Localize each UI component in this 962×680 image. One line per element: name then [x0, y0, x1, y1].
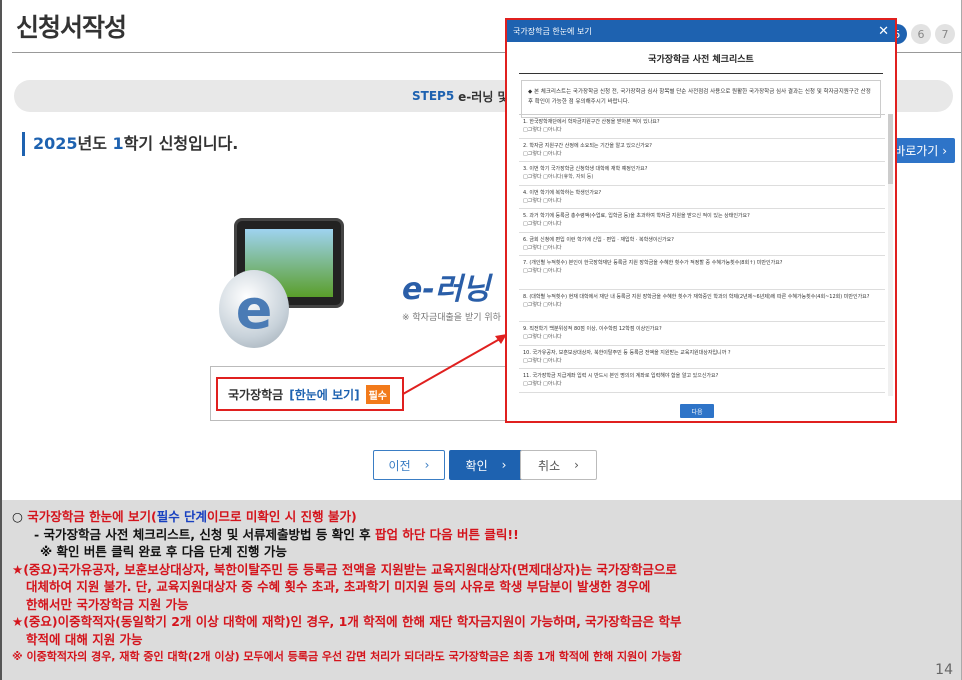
- semester-term: 1: [112, 134, 124, 153]
- cancel-label: 취소: [538, 458, 561, 473]
- question-item: 7. (개인별 누적횟수) 본인이 한국장학재단 등록금 지원 장학금을 수혜한…: [519, 256, 885, 290]
- cancel-button[interactable]: 취소 ›: [520, 450, 597, 480]
- question-text: 10. 국가유공자, 보훈보상대상자, 북한이탈주민 등 등록금 전액을 지원받…: [523, 349, 731, 356]
- modal-scrollbar[interactable]: [888, 114, 893, 396]
- note-line-3: ※ 확인 버튼 클릭 완료 후 다음 단계 진행 가능: [40, 544, 287, 559]
- question-text: 11. 국가장학금 지급계좌 입력 시 반드시 본인 명의의 계좌로 입력해야 …: [523, 373, 719, 379]
- step-number: STEP5: [412, 89, 455, 103]
- page-title: 신청서작성: [16, 13, 127, 42]
- next-button[interactable]: 다음: [680, 404, 714, 418]
- question-item: 11. 국가장학금 지급계좌 입력 시 반드시 본인 명의의 계좌로 입력해야 …: [519, 369, 885, 393]
- modal-divider: [519, 73, 883, 74]
- note-line-1: ○ 국가장학금 한눈에 보기(필수 단계이므로 미확인 시 진행 불가): [12, 509, 357, 524]
- note-line-2: - 국가장학금 사전 체크리스트, 신청 및 서류제출방법 등 확인 후 팝업 …: [34, 526, 519, 542]
- semester-heading: 2025년도 1학기 신청입니다.: [22, 132, 238, 156]
- close-icon[interactable]: ✕: [878, 24, 889, 39]
- question-options[interactable]: □그렇다 □아니다: [523, 197, 881, 205]
- note-line-8: 학적에 대해 지원 가능: [26, 631, 143, 647]
- link-label-1: 국가장학금: [228, 387, 284, 402]
- question-text: 1. 한국장학재단에서 학자금지원구간 산정을 받아본 적이 있나요?: [523, 119, 660, 125]
- question-item: 4. 이번 학기에 복학하는 학생인가요? □그렇다 □아니다: [519, 186, 885, 209]
- question-text: 3. 이번 학기 국가장학금 신청학생 대학에 재학 예정인가요?: [523, 166, 648, 172]
- question-text: 2. 학자금 지원구간 산정에 소요되는 기간을 알고 있으신가요?: [523, 142, 652, 149]
- question-item: 3. 이번 학기 국가장학금 신청학생 대학에 재학 예정인가요? □그렇다 □아…: [519, 162, 885, 186]
- question-text: 6. 금회 신청에 편입 이런 학기에 신입 · 편입 · 재입학 · 복학생이…: [523, 236, 674, 243]
- scholarship-overview-link[interactable]: 국가장학금 [한눈에 보기] 필수: [216, 377, 404, 411]
- note-line-7: ★(중요)이중학적자(동일학기 2개 이상 대학에 재학)인 경우, 1개 학적…: [12, 614, 682, 629]
- question-options[interactable]: □그렇다 □아니다: [523, 220, 881, 228]
- step-indicator: 5 6 7: [887, 24, 955, 44]
- modal-title: 국가장학금 사전 체크리스트: [648, 55, 754, 65]
- semester-year-suffix: 년도: [77, 134, 113, 153]
- page: 신청서작성 5 6 7 STEP5 e-러닝 및 2025년도 1학기 신청입니…: [0, 0, 962, 680]
- checklist-modal: 국가장학금 한눈에 보기 ✕ 국가장학금 사전 체크리스트 ◆ 본 체크리스트는…: [505, 18, 897, 423]
- elearning-egg-logo: e: [219, 270, 289, 348]
- question-item: 9. 직전학기 백분위성적 80점 이상, 이수학점 12학점 이상인가요? □그…: [519, 322, 885, 346]
- question-options[interactable]: □그렇다 □아니다: [523, 267, 881, 275]
- elearning-subtitle: ※ 학자금대출을 받기 위하: [402, 313, 501, 323]
- question-text: 7. (개인별 누적횟수) 본인이 한국장학재단 등록금 지원 장학금을 수혜한…: [523, 260, 783, 266]
- question-options[interactable]: □그렇다 □아니다: [523, 333, 881, 341]
- question-options[interactable]: □그렇다 □아니다: [523, 244, 881, 252]
- confirm-label: 확인: [465, 458, 488, 473]
- note-line-9: ※ 이중학적자의 경우, 재학 중인 대학(2개 이상) 모두에서 등록금 우선…: [12, 650, 682, 663]
- confirm-button[interactable]: 확인 ›: [449, 450, 523, 480]
- question-options[interactable]: □그렇다 □아니다: [523, 301, 881, 309]
- question-text: 4. 이번 학기에 복학하는 학생인가요?: [523, 189, 602, 196]
- question-options[interactable]: □그렇다 □아니다: [523, 150, 881, 158]
- step-label: e-러닝 및: [458, 89, 509, 104]
- semester-year: 2025: [33, 134, 78, 153]
- question-item: 6. 금회 신청에 편입 이런 학기에 신입 · 편입 · 재입학 · 복학생이…: [519, 233, 885, 256]
- question-list[interactable]: 1. 한국장학재단에서 학자금지원구간 산정을 받아본 적이 있나요? □그렇다 …: [519, 114, 885, 396]
- goto-label: 바로가기: [894, 144, 939, 158]
- question-item: 5. 과거 학기에 등록금 총수령액(수업료, 입학금 등)을 초과하여 학자금…: [519, 209, 885, 233]
- chevron-right-icon: ›: [424, 458, 430, 472]
- question-options[interactable]: □그렇다 □아니다: [523, 126, 881, 134]
- note-line-4: ★(중요)국가유공자, 보훈보상대상자, 북한이탈주민 등 등록금 전액을 지원…: [12, 561, 677, 577]
- scrollbar-thumb[interactable]: [888, 114, 893, 184]
- question-text: 9. 직전학기 백분위성적 80점 이상, 이수학점 12학점 이상인가요?: [523, 326, 662, 332]
- question-text: 5. 과거 학기에 등록금 총수령액(수업료, 입학금 등)을 초과하여 학자금…: [523, 213, 750, 219]
- chevron-right-icon: ›: [574, 458, 579, 472]
- question-options[interactable]: □그렇다 □아니다: [523, 380, 881, 388]
- semester-term-suffix: 학기 신청입니다.: [123, 134, 239, 153]
- step-7: 7: [935, 24, 955, 44]
- note-line-5: 대체하여 지원 불가. 단, 교육지원대상자 중 수혜 횟수 초과, 초과학기 …: [26, 579, 651, 594]
- step-6: 6: [911, 24, 931, 44]
- question-item: 2. 학자금 지원구간 산정에 소요되는 기간을 알고 있으신가요? □그렇다 □…: [519, 139, 885, 162]
- instruction-notes: ○ 국가장학금 한눈에 보기(필수 단계이므로 미확인 시 진행 불가) - 국…: [2, 500, 961, 680]
- prev-label: 이전: [388, 458, 411, 473]
- question-item: 1. 한국장학재단에서 학자금지원구간 산정을 받아본 적이 있나요? □그렇다 …: [519, 115, 885, 139]
- modal-notice: ◆ 본 체크리스트는 국가장학금 신청 전, 국가장학금 심사 항목별 단순 사…: [521, 80, 881, 118]
- question-item: 10. 국가유공자, 보훈보상대상자, 북한이탈주민 등 등록금 전액을 지원받…: [519, 346, 885, 369]
- question-options[interactable]: □그렇다 □아니다(휴학, 자퇴 등): [523, 173, 881, 181]
- required-badge: 필수: [365, 384, 390, 404]
- chevron-right-icon: ›: [942, 144, 947, 158]
- link-label-2: [한눈에 보기]: [289, 387, 360, 402]
- question-item: 8. (대학별 누적횟수) 현재 대학에서 재단 내 등록금 지원 장학금을 수…: [519, 290, 885, 322]
- question-options[interactable]: □그렇다 □아니다: [523, 357, 881, 365]
- callout-arrow-icon: [402, 334, 507, 395]
- modal-header-title: 국가장학금 한눈에 보기: [513, 26, 592, 36]
- question-text: 8. (대학별 누적횟수) 현재 대학에서 재단 내 등록금 지원 장학금을 수…: [523, 294, 870, 300]
- modal-header: 국가장학금 한눈에 보기 ✕: [507, 20, 895, 42]
- chevron-right-icon: ›: [501, 458, 507, 472]
- page-number: 14: [935, 662, 953, 678]
- prev-button[interactable]: 이전 ›: [373, 450, 445, 480]
- note-line-6: 한해서만 국가장학금 지원 가능: [26, 596, 189, 612]
